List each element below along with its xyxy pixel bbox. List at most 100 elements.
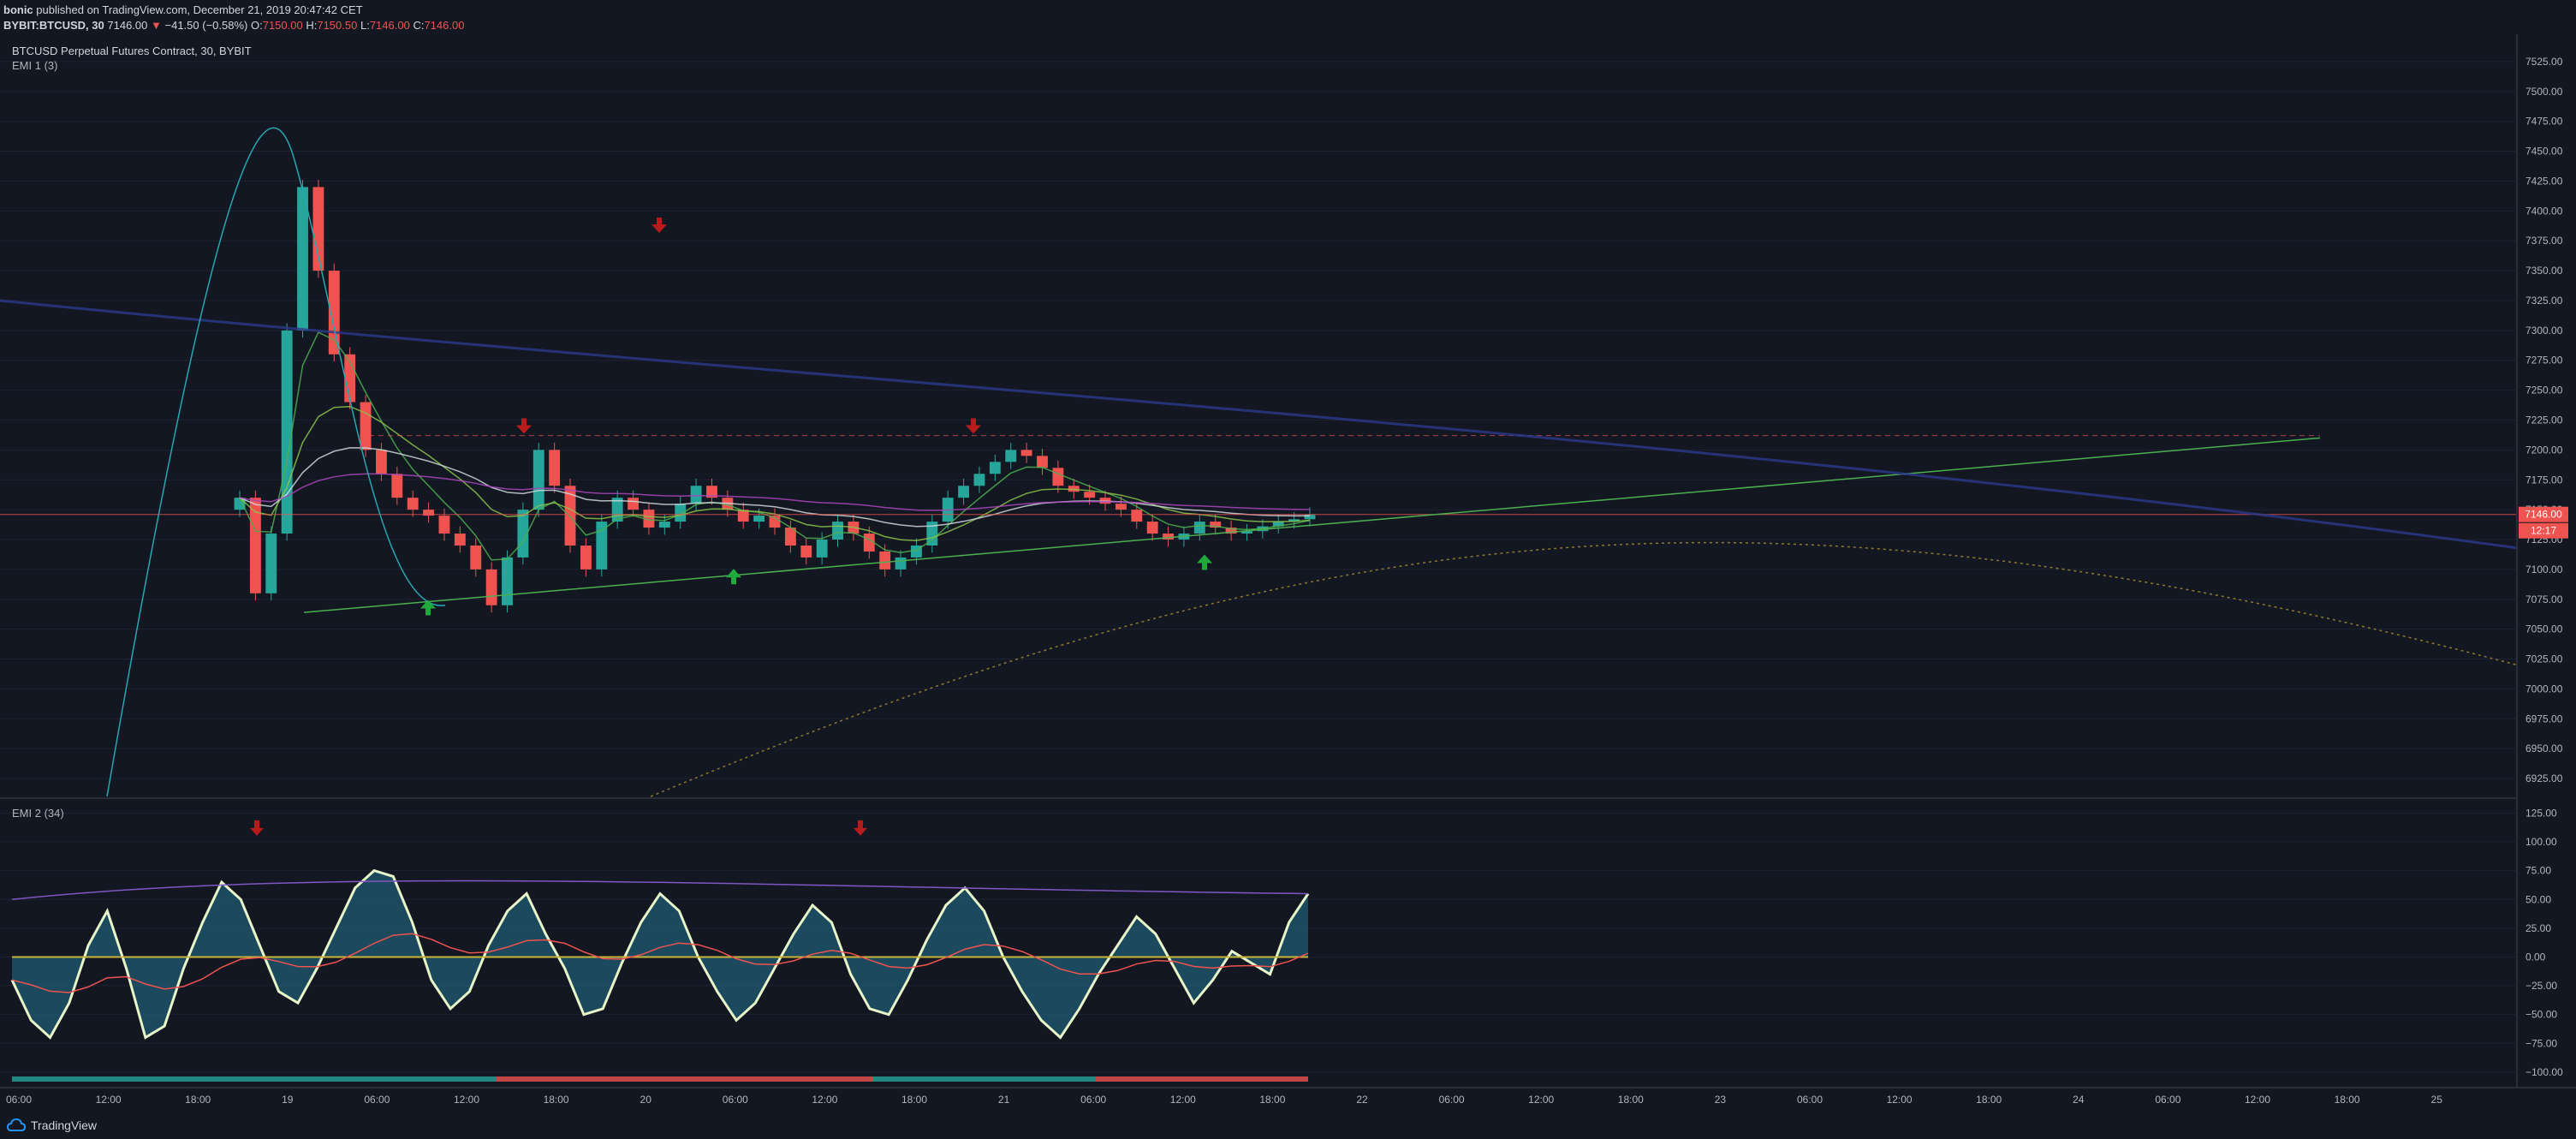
- candle-body: [360, 402, 372, 450]
- close-label: C:: [413, 19, 425, 32]
- chart-header: bonic published on TradingView.com, Dece…: [0, 0, 2576, 34]
- price-tick-label: 7350.00: [2525, 265, 2563, 277]
- low-value: 7146.00: [369, 19, 410, 32]
- candle-body: [1115, 504, 1127, 510]
- price-tick-label: 7175.00: [2525, 474, 2563, 486]
- price-tick-label: 6975.00: [2525, 713, 2563, 725]
- time-tick-label: 18:00: [544, 1094, 569, 1106]
- oscillator-tick-label: 75.00: [2525, 865, 2551, 877]
- author-name[interactable]: bonic: [3, 3, 33, 16]
- candle-body: [407, 498, 419, 510]
- price-tick-label: 7100.00: [2525, 564, 2563, 575]
- high-label: H:: [306, 19, 318, 32]
- price-tick-label: 7275.00: [2525, 355, 2563, 367]
- time-tick-label: 06:00: [364, 1094, 390, 1106]
- candle-body: [281, 330, 293, 534]
- oscillator-tick-label: −25.00: [2525, 980, 2557, 992]
- time-tick-label: 24: [2073, 1094, 2085, 1106]
- time-tick-label: 18:00: [1259, 1094, 1285, 1106]
- time-tick-label: 12:00: [1887, 1094, 1913, 1106]
- price-tick-label: 7400.00: [2525, 205, 2563, 217]
- oscillator-label: EMI 2 (34): [12, 807, 64, 820]
- price-tick-label: 6925.00: [2525, 772, 2563, 784]
- oscillator-tick-label: −75.00: [2525, 1037, 2557, 1049]
- countdown-label: 12:17: [2531, 525, 2556, 537]
- time-tick-label: 12:00: [96, 1094, 122, 1106]
- symbol-label: BYBIT:BTCUSD, 30: [3, 19, 104, 32]
- candle-body: [973, 474, 985, 486]
- chart-canvas[interactable]: BTCUSD Perpetual Futures Contract, 30, B…: [0, 34, 2576, 1112]
- candle-body: [1020, 450, 1032, 456]
- candle-body: [1052, 468, 1064, 486]
- candle-body: [596, 522, 608, 570]
- time-tick-label: 12:00: [1170, 1094, 1196, 1106]
- candle-body: [690, 486, 702, 504]
- change-text: −41.50 (−0.58%): [164, 19, 248, 32]
- time-tick-label: 18:00: [185, 1094, 211, 1106]
- price-tick-label: 7025.00: [2525, 653, 2563, 665]
- time-tick-label: 19: [282, 1094, 294, 1106]
- time-tick-label: 18:00: [1618, 1094, 1644, 1106]
- candle-body: [454, 534, 466, 546]
- candle-body: [470, 545, 482, 570]
- publish-info: published on TradingView.com, December 2…: [36, 3, 363, 16]
- candle-body: [1084, 492, 1096, 498]
- indicator-label: EMI 1 (3): [12, 59, 57, 72]
- candle-body: [958, 486, 970, 498]
- price-tick-label: 7525.00: [2525, 56, 2563, 68]
- candle-body: [502, 557, 513, 605]
- candle-body: [485, 569, 497, 605]
- price-tick-label: 7325.00: [2525, 295, 2563, 307]
- price-tick-label: 7475.00: [2525, 116, 2563, 128]
- last-price-label: 7146.00: [2525, 509, 2562, 521]
- time-tick-label: 25: [2431, 1094, 2443, 1106]
- time-tick-label: 21: [998, 1094, 1010, 1106]
- time-tick-label: 18:00: [901, 1094, 927, 1106]
- candle-body: [1163, 534, 1174, 540]
- candle-body: [438, 516, 450, 534]
- price-tick-label: 7300.00: [2525, 325, 2563, 337]
- price-tick-label: 7225.00: [2525, 414, 2563, 426]
- candle-body: [265, 534, 277, 593]
- time-tick-label: 20: [640, 1094, 652, 1106]
- tradingview-logo[interactable]: TradingView: [7, 1118, 97, 1132]
- price-tick-label: 7075.00: [2525, 593, 2563, 605]
- publish-line: bonic published on TradingView.com, Dece…: [3, 3, 363, 16]
- tradingview-brand: TradingView: [31, 1118, 98, 1132]
- price-tick-label: 7200.00: [2525, 444, 2563, 456]
- candle-body: [989, 462, 1001, 474]
- close-value: 7146.00: [424, 19, 465, 32]
- candle-body: [532, 450, 544, 510]
- oscillator-tick-label: 100.00: [2525, 836, 2557, 848]
- candle-body: [800, 545, 812, 558]
- oscillator-tick-label: 25.00: [2525, 922, 2551, 934]
- time-tick-label: 23: [1715, 1094, 1727, 1106]
- candle-body: [549, 450, 561, 486]
- trend-bar: [12, 1076, 497, 1082]
- candle-body: [628, 498, 639, 510]
- time-tick-label: 06:00: [1797, 1094, 1823, 1106]
- open-label: O:: [250, 19, 263, 32]
- candle-body: [1131, 510, 1143, 522]
- time-tick-label: 12:00: [2245, 1094, 2270, 1106]
- time-tick-label: 12:00: [454, 1094, 479, 1106]
- price-tick-label: 7050.00: [2525, 623, 2563, 635]
- price-tick-label: 7000.00: [2525, 683, 2563, 695]
- candle-body: [1304, 514, 1316, 520]
- footer: TradingView: [0, 1112, 2576, 1139]
- price-tick-label: 6950.00: [2525, 742, 2563, 754]
- ohlc-line: BYBIT:BTCUSD, 30 7146.00 ▼ −41.50 (−0.58…: [3, 19, 464, 32]
- time-tick-label: 06:00: [6, 1094, 32, 1106]
- candle-body: [879, 551, 891, 570]
- time-tick-label: 06:00: [723, 1094, 748, 1106]
- oscillator-tick-label: 125.00: [2525, 807, 2557, 819]
- time-tick-label: 22: [1356, 1094, 1368, 1106]
- time-tick-label: 18:00: [2335, 1094, 2360, 1106]
- chart-title: BTCUSD Perpetual Futures Contract, 30, B…: [12, 45, 252, 57]
- trend-bar: [497, 1076, 873, 1082]
- price-tick-label: 7425.00: [2525, 175, 2563, 187]
- candle-body: [658, 522, 670, 528]
- candle-body: [753, 516, 765, 522]
- oscillator-tick-label: 0.00: [2525, 951, 2546, 963]
- price-tick-label: 7375.00: [2525, 235, 2563, 247]
